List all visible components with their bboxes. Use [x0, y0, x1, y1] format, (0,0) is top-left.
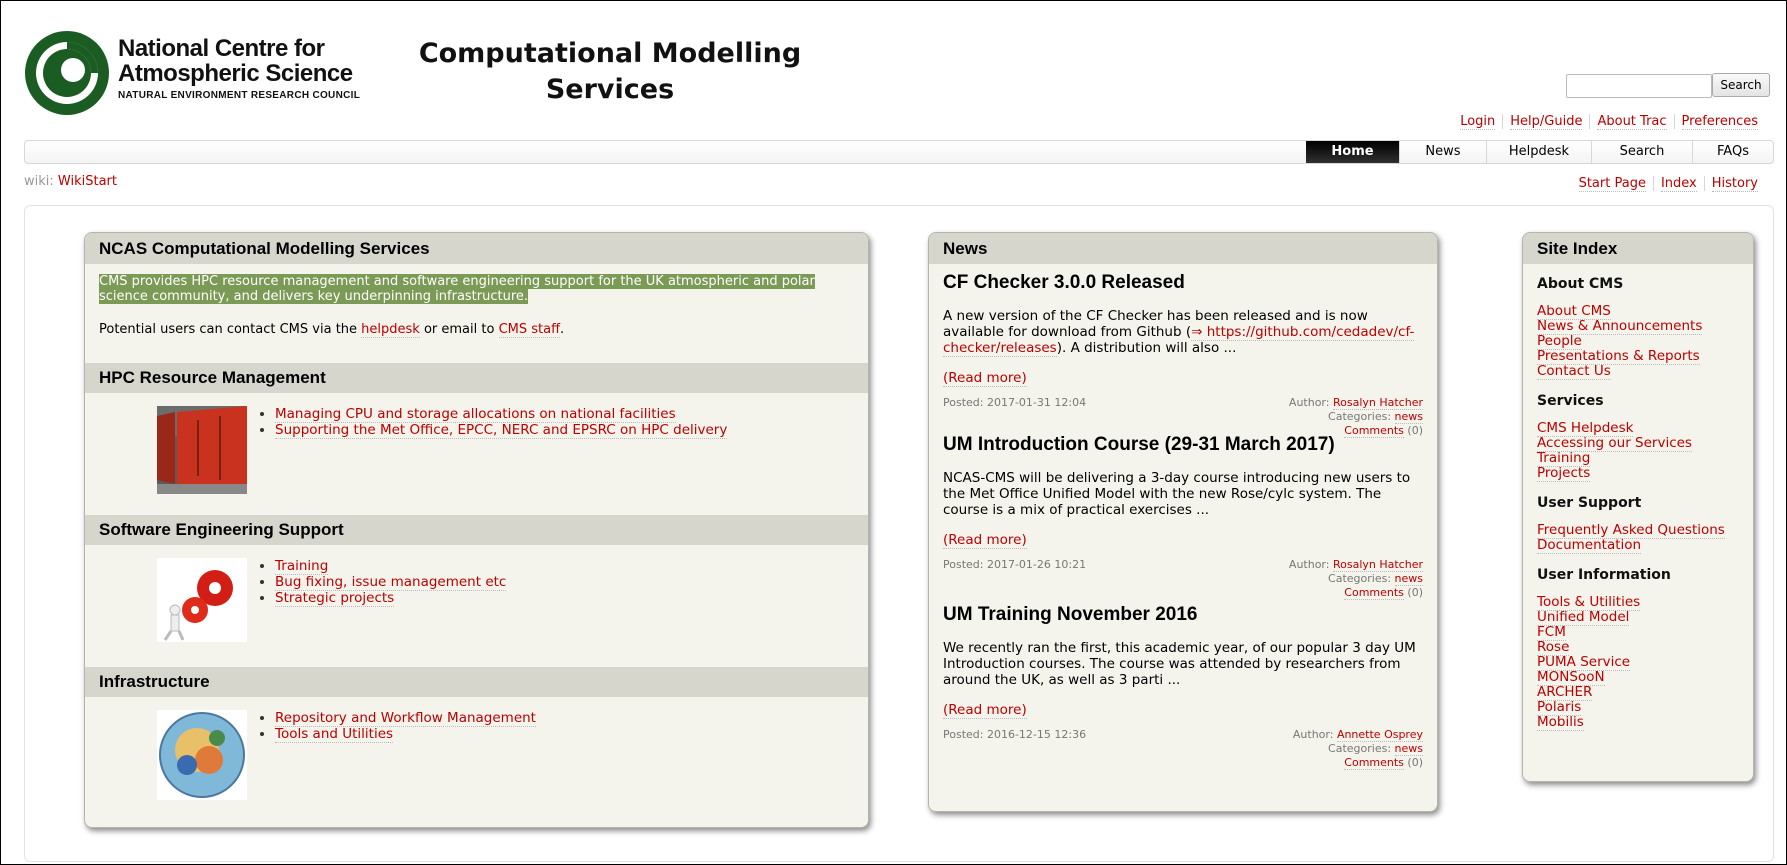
software-item[interactable]: Strategic projects [275, 590, 395, 607]
site-title: Computational Modelling Services [418, 38, 802, 105]
software-item[interactable]: Training [275, 558, 329, 575]
comments-link[interactable]: Comments [1344, 424, 1404, 438]
section-hpc: Managing CPU and storage allocations on … [85, 393, 868, 515]
search-input[interactable] [1566, 74, 1712, 98]
posted-date: Posted: 2016-12-15 12:36 [943, 728, 1087, 741]
site-index-title: Site Index [1523, 233, 1753, 264]
org-line2: Atmospheric Science [118, 60, 353, 87]
index-link[interactable]: Index [1660, 176, 1697, 192]
tab-faqs[interactable]: FAQs [1692, 141, 1773, 163]
breadcrumb-page[interactable]: WikiStart [58, 174, 117, 189]
section-title-hpc: HPC Resource Management [85, 363, 868, 393]
news-post-meta: Posted: 2016-12-15 12:36 Author: Annette… [943, 728, 1423, 770]
helpdesk-link[interactable]: helpdesk [361, 322, 420, 338]
context-nav: Start Page Index History [1572, 176, 1765, 192]
ncas-logo-icon[interactable] [24, 30, 110, 116]
read-more-link[interactable]: (Read more) [943, 370, 1027, 387]
news-post-meta: Posted: 2017-01-31 12:04 Author: Rosalyn… [943, 396, 1423, 438]
org-line3: NATURAL ENVIRONMENT RESEARCH COUNCIL [118, 90, 361, 101]
contact-text: Potential users can contact CMS via the … [99, 322, 565, 338]
history-link[interactable]: History [1711, 176, 1758, 192]
preferences-link[interactable]: Preferences [1681, 114, 1758, 130]
news-box: News CF Checker 3.0.0 Released A new ver… [928, 232, 1438, 812]
section-title-software: Software Engineering Support [85, 515, 868, 545]
index-heading: Services [1537, 393, 1604, 409]
read-more-link[interactable]: (Read more) [943, 702, 1027, 719]
breadcrumb-prefix: wiki: [24, 174, 54, 189]
section-software: Training Bug fixing, issue management et… [85, 545, 868, 667]
tab-helpdesk[interactable]: Helpdesk [1486, 141, 1591, 163]
intro-text: CMS provides HPC resource management and… [99, 274, 815, 304]
news-post-meta: Posted: 2017-01-26 10:21 Author: Rosalyn… [943, 558, 1423, 600]
breadcrumb: wiki: WikiStart [24, 174, 117, 189]
org-line1: National Centre for [118, 35, 325, 62]
search-button[interactable]: Search [1712, 73, 1770, 97]
help-guide-link[interactable]: Help/Guide [1510, 114, 1583, 130]
comments-link[interactable]: Comments [1344, 756, 1404, 770]
read-more-link[interactable]: (Read more) [943, 532, 1027, 549]
tab-search[interactable]: Search [1591, 141, 1692, 163]
author-link[interactable]: Annette Osprey [1336, 728, 1423, 742]
about-trac-link[interactable]: About Trac [1597, 114, 1667, 130]
meta-nav: Login Help/Guide About Trac Preferences [1453, 114, 1765, 130]
tab-news[interactable]: News [1399, 141, 1486, 163]
index-link[interactable]: Documentation [1537, 537, 1642, 554]
news-post-title[interactable]: CF Checker 3.0.0 Released [943, 272, 1423, 294]
section-title-infrastructure: Infrastructure [85, 667, 868, 697]
index-heading: User Support [1537, 495, 1642, 511]
software-item[interactable]: Bug fixing, issue management etc [275, 574, 507, 591]
posted-date: Posted: 2017-01-26 10:21 [943, 558, 1087, 571]
hpc-item[interactable]: Supporting the Met Office, EPCC, NERC an… [275, 422, 728, 439]
author-link[interactable]: Rosalyn Hatcher [1332, 396, 1423, 410]
infrastructure-item[interactable]: Repository and Workflow Management [275, 710, 536, 727]
posted-date: Posted: 2017-01-31 12:04 [943, 396, 1087, 409]
supercomputer-image [157, 406, 247, 494]
hpc-item[interactable]: Managing CPU and storage allocations on … [275, 406, 676, 423]
news-post-body: NCAS-CMS will be delivering a 3-day cour… [943, 470, 1411, 518]
tab-home[interactable]: Home [1306, 141, 1399, 163]
cms-staff-link[interactable]: CMS staff [498, 322, 561, 338]
index-link[interactable]: Contact Us [1537, 363, 1611, 380]
comments-link[interactable]: Comments [1344, 586, 1404, 600]
news-post-body: We recently ran the first, this academic… [943, 640, 1416, 688]
globe-image [157, 710, 247, 800]
gears-image [157, 558, 247, 642]
site-index-box: Site Index About CMS About CMS News & An… [1522, 232, 1754, 782]
category-link[interactable]: news [1394, 572, 1423, 586]
login-link[interactable]: Login [1460, 114, 1496, 130]
category-link[interactable]: news [1394, 742, 1423, 756]
section-infrastructure: Repository and Workflow Management Tools… [85, 697, 868, 817]
index-link[interactable]: Mobilis [1537, 714, 1584, 731]
index-heading: User Information [1537, 567, 1671, 583]
main-box-title: NCAS Computational Modelling Services [85, 233, 868, 264]
org-name[interactable]: National Centre for Atmospheric Science … [118, 36, 360, 101]
author-link[interactable]: Rosalyn Hatcher [1332, 558, 1423, 572]
infrastructure-item[interactable]: Tools and Utilities [275, 726, 394, 743]
start-page-link[interactable]: Start Page [1578, 176, 1646, 192]
main-nav: Home News Helpdesk Search FAQs [24, 140, 1774, 164]
news-box-title: News [929, 233, 1437, 264]
news-post-title[interactable]: UM Training November 2016 [943, 604, 1423, 626]
news-post-body: A new version of the CF Checker has been… [943, 308, 1415, 357]
category-link[interactable]: news [1394, 410, 1423, 424]
index-heading: About CMS [1537, 276, 1624, 292]
main-box: NCAS Computational Modelling Services CM… [84, 232, 869, 828]
index-link[interactable]: Projects [1537, 465, 1591, 482]
